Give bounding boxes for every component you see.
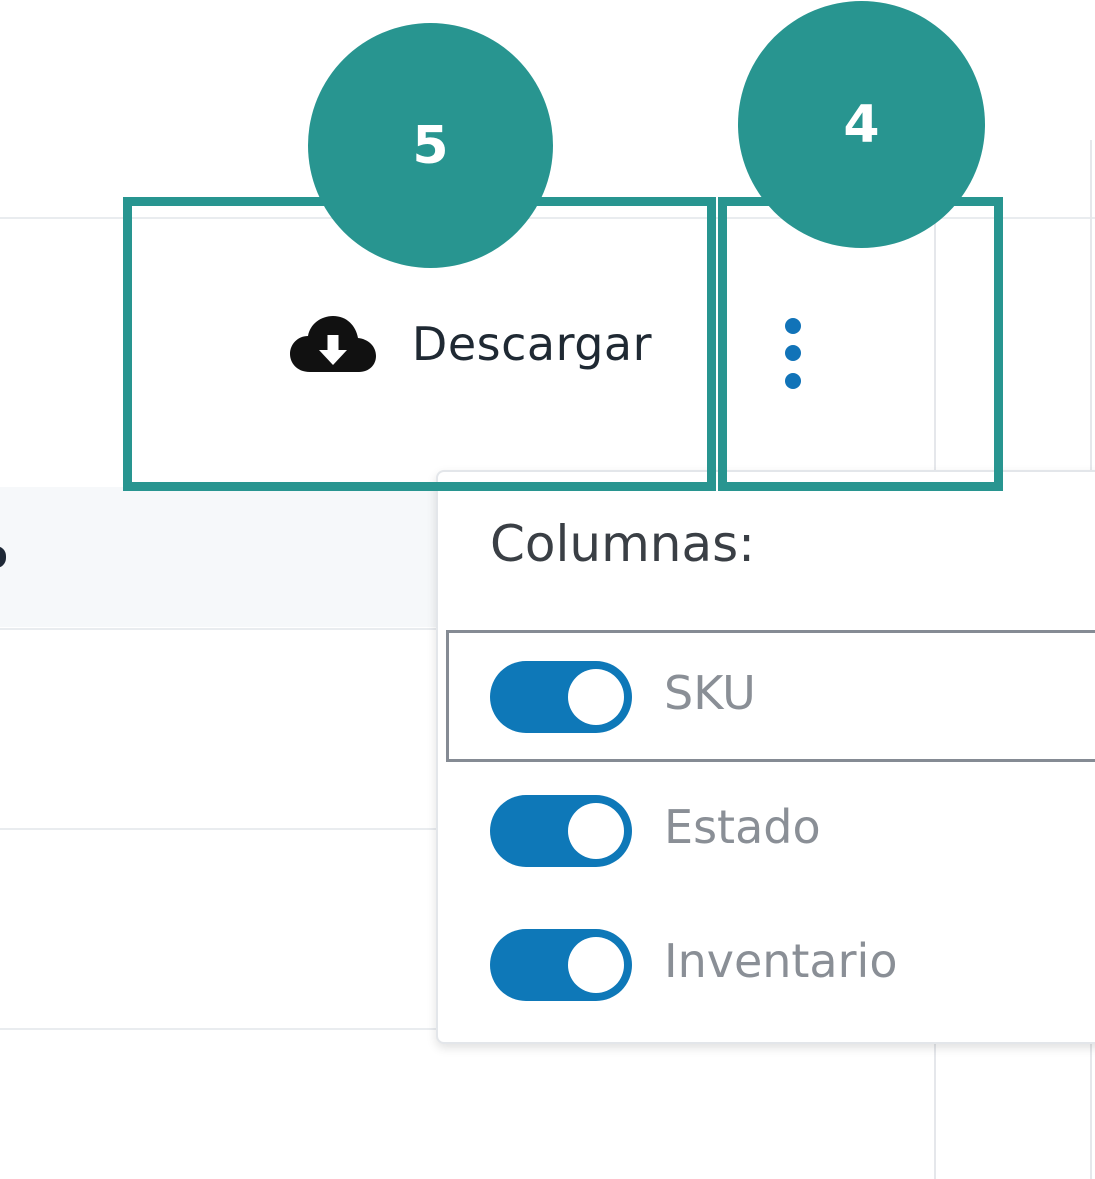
estado-label: Estado — [664, 800, 821, 854]
table-row-divider — [0, 1028, 440, 1030]
download-label: Descargar — [411, 317, 652, 371]
annotation-callout-5: 5 — [308, 23, 553, 268]
table-row-divider — [0, 628, 440, 630]
table-row-divider — [0, 828, 440, 830]
columns-popup-title: Columnas: — [490, 515, 756, 573]
toggle-knob — [568, 937, 624, 993]
cloud-download-icon — [289, 316, 376, 372]
sku-toggle[interactable] — [490, 661, 632, 733]
inventario-toggle[interactable] — [490, 929, 632, 1001]
toggle-knob — [568, 669, 624, 725]
toggle-knob — [568, 803, 624, 859]
annotation-callout-4: 4 — [738, 1, 985, 248]
sku-label: SKU — [664, 666, 756, 720]
estado-toggle[interactable] — [490, 795, 632, 867]
table-header-row — [0, 487, 440, 627]
inventario-label: Inventario — [664, 934, 898, 988]
